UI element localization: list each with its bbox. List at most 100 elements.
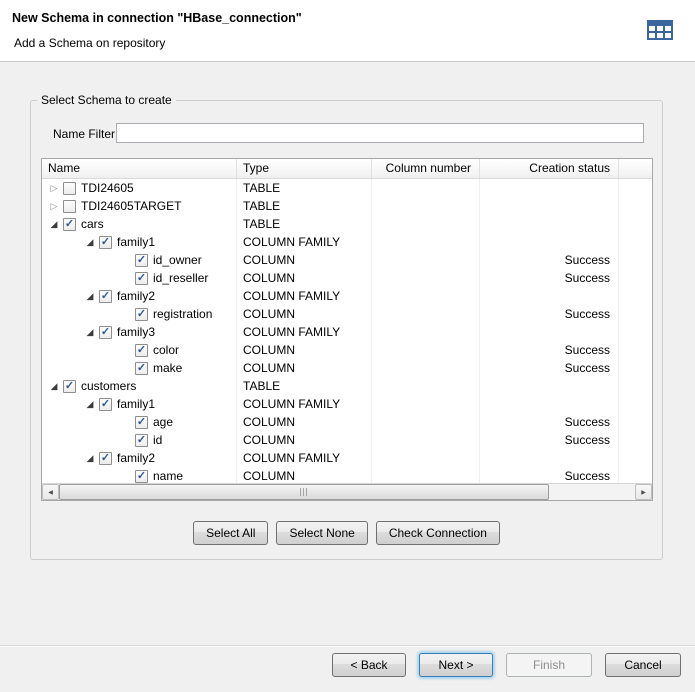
tree-collapse-icon[interactable]: ◢ — [84, 449, 96, 467]
table-row[interactable]: ◢✓family2COLUMN FAMILY — [42, 287, 652, 305]
table-row[interactable]: ✓ make COLUMN Success — [42, 359, 652, 377]
table-row[interactable]: ▷TDI24605TABLE — [42, 179, 652, 197]
row-checkbox[interactable]: ✓ — [63, 218, 76, 231]
cancel-button[interactable]: Cancel — [605, 653, 681, 677]
row-checkbox[interactable] — [63, 200, 76, 213]
select-none-button[interactable]: Select None — [276, 521, 367, 545]
row-checkbox[interactable]: ✓ — [99, 452, 112, 465]
table-row[interactable]: ◢✓customersTABLE — [42, 377, 652, 395]
row-creation-status: Success — [480, 305, 619, 323]
column-header-type[interactable]: Type — [237, 159, 372, 178]
back-button[interactable]: < Back — [332, 653, 406, 677]
name-filter-label: Name Filter: — [53, 127, 118, 141]
tree-collapse-icon[interactable]: ◢ — [84, 323, 96, 341]
row-column-number — [372, 305, 480, 323]
finish-button[interactable]: Finish — [506, 653, 592, 677]
row-name-cell: ◢✓ family3 — [42, 323, 237, 341]
tree-collapse-icon[interactable]: ◢ — [84, 287, 96, 305]
tree-collapse-icon[interactable]: ◢ — [48, 377, 60, 395]
table-row[interactable]: ▷TDI24605TARGETTABLE — [42, 197, 652, 215]
row-type: COLUMN FAMILY — [237, 233, 372, 251]
schema-table: Name Type Column number Creation status … — [41, 158, 653, 501]
row-label: make — [153, 359, 182, 377]
table-row[interactable]: ◢✓family2COLUMN FAMILY — [42, 449, 652, 467]
row-creation-status: Success — [480, 359, 619, 377]
row-name-cell: ✓id_owner — [42, 251, 237, 269]
row-type: COLUMN — [237, 305, 372, 323]
row-checkbox[interactable]: ✓ — [99, 326, 112, 339]
table-row[interactable]: ✓registrationCOLUMNSuccess — [42, 305, 652, 323]
row-checkbox[interactable]: ✓ — [135, 470, 148, 483]
row-type: TABLE — [237, 179, 372, 197]
row-checkbox[interactable]: ✓ — [135, 254, 148, 267]
check-connection-button[interactable]: Check Connection — [376, 521, 500, 545]
next-button[interactable]: Next > — [419, 653, 493, 677]
row-checkbox[interactable]: ✓ — [99, 290, 112, 303]
row-extra-cell — [619, 179, 652, 197]
name-filter-input[interactable] — [116, 123, 644, 143]
table-row[interactable]: ✓ageCOLUMNSuccess — [42, 413, 652, 431]
tree-expand-icon[interactable]: ▷ — [48, 179, 60, 197]
horizontal-scrollbar[interactable]: ◀ ▶ — [42, 483, 652, 500]
column-header-column-number[interactable]: Column number — [372, 159, 480, 178]
row-checkbox[interactable]: ✓ — [135, 344, 148, 357]
row-checkbox[interactable]: ✓ — [135, 434, 148, 447]
row-label: family3 — [117, 323, 155, 341]
row-extra-cell — [619, 215, 652, 233]
row-name-cell: ◢✓ cars — [42, 215, 237, 233]
tree-collapse-icon[interactable]: ◢ — [84, 233, 96, 251]
row-extra-cell — [619, 323, 652, 341]
row-creation-status — [480, 377, 619, 395]
table-row[interactable]: ◢✓family3COLUMN FAMILY — [42, 323, 652, 341]
row-type: TABLE — [237, 215, 372, 233]
selection-buttons: Select All Select None Check Connection — [31, 521, 662, 545]
scroll-left-arrow-icon[interactable]: ◀ — [42, 484, 59, 500]
row-name-cell: ✓ age — [42, 413, 237, 431]
row-extra-cell — [619, 377, 652, 395]
row-name-cell: ◢✓family2 — [42, 449, 237, 467]
table-row[interactable]: ✓colorCOLUMNSuccess — [42, 341, 652, 359]
row-name-cell: ✓id — [42, 431, 237, 449]
row-checkbox[interactable]: ✓ — [99, 398, 112, 411]
row-checkbox[interactable]: ✓ — [99, 236, 112, 249]
row-column-number — [372, 377, 480, 395]
row-column-number — [372, 215, 480, 233]
column-header-creation-status[interactable]: Creation status — [480, 159, 619, 178]
row-label: cars — [81, 215, 104, 233]
row-column-number — [372, 233, 480, 251]
row-column-number — [372, 431, 480, 449]
tree-expand-icon[interactable]: ▷ — [48, 197, 60, 215]
scroll-thumb[interactable] — [59, 484, 549, 500]
row-checkbox[interactable]: ✓ — [63, 380, 76, 393]
table-row[interactable]: ✓idCOLUMNSuccess — [42, 431, 652, 449]
row-extra-cell — [619, 197, 652, 215]
row-checkbox[interactable]: ✓ — [135, 362, 148, 375]
row-checkbox[interactable] — [63, 182, 76, 195]
scroll-track[interactable] — [59, 484, 635, 500]
row-name-cell: ▷TDI24605TARGET — [42, 197, 237, 215]
table-row[interactable]: ✓id_resellerCOLUMNSuccess — [42, 269, 652, 287]
row-type: COLUMN FAMILY — [237, 287, 372, 305]
table-header: Name Type Column number Creation status — [42, 159, 652, 179]
row-type: TABLE — [237, 377, 372, 395]
table-row[interactable]: ◢✓family1COLUMN FAMILY — [42, 233, 652, 251]
scroll-right-arrow-icon[interactable]: ▶ — [635, 484, 652, 500]
row-label: age — [153, 413, 173, 431]
column-header-name[interactable]: Name — [42, 159, 237, 178]
row-type: COLUMN — [237, 359, 372, 377]
table-row[interactable]: ✓id_ownerCOLUMNSuccess — [42, 251, 652, 269]
row-column-number — [372, 269, 480, 287]
tree-collapse-icon[interactable]: ◢ — [84, 395, 96, 413]
select-all-button[interactable]: Select All — [193, 521, 268, 545]
row-checkbox[interactable]: ✓ — [135, 416, 148, 429]
wizard-banner: New Schema in connection "HBase_connecti… — [0, 0, 695, 62]
tree-collapse-icon[interactable]: ◢ — [48, 215, 60, 233]
row-extra-cell — [619, 287, 652, 305]
row-creation-status — [480, 449, 619, 467]
row-checkbox[interactable]: ✓ — [135, 272, 148, 285]
row-checkbox[interactable]: ✓ — [135, 308, 148, 321]
table-row[interactable]: ◢✓family1COLUMN FAMILY — [42, 395, 652, 413]
table-row[interactable]: ◢✓ cars TABLE — [42, 215, 652, 233]
row-extra-cell — [619, 449, 652, 467]
page-subtitle: Add a Schema on repository — [14, 36, 165, 50]
